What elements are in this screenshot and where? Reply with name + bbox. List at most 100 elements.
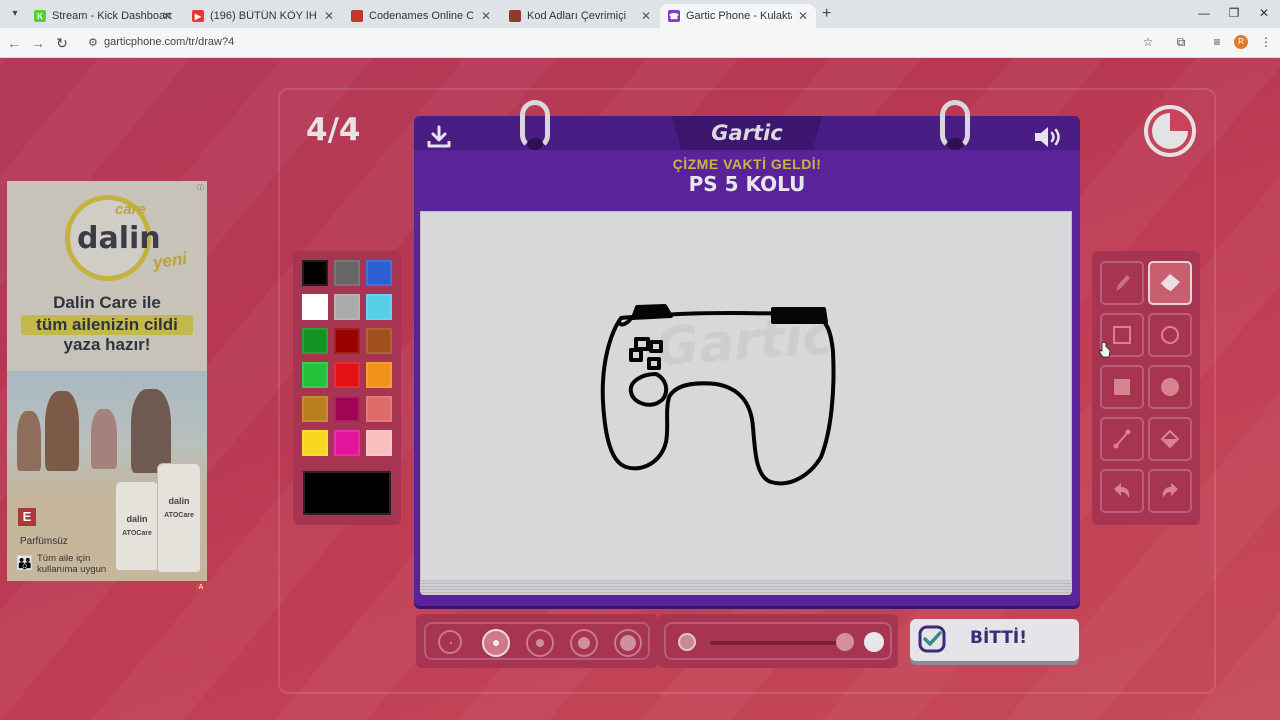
fill-bucket-tool[interactable] xyxy=(1148,417,1192,461)
kick-icon: K xyxy=(34,10,46,22)
circle-fill-tool[interactable] xyxy=(1148,365,1192,409)
redo-button[interactable] xyxy=(1148,469,1192,513)
color-swatch[interactable] xyxy=(366,362,392,388)
color-swatch[interactable] xyxy=(302,260,328,286)
color-swatch[interactable] xyxy=(334,362,360,388)
extensions-icon[interactable]: ⧉ xyxy=(1173,35,1189,50)
new-tab-icon[interactable]: + xyxy=(822,5,831,23)
color-swatch[interactable] xyxy=(366,260,392,286)
ad-person xyxy=(45,391,79,471)
codenames-icon xyxy=(509,10,521,22)
color-swatch[interactable] xyxy=(334,396,360,422)
opacity-track[interactable] xyxy=(710,641,850,645)
opacity-handle[interactable] xyxy=(836,633,854,651)
color-swatch[interactable] xyxy=(302,294,328,320)
tab-codenames[interactable]: Codenames Online Oynayın – C ✕ xyxy=(343,4,499,28)
profile-avatar[interactable]: R xyxy=(1234,35,1248,49)
line-icon xyxy=(1113,429,1131,449)
tab-youtube[interactable]: ▶ (196) BÜTÜN KÖY İHANETE UĞ ✕ xyxy=(184,4,342,28)
back-icon[interactable]: ← xyxy=(6,35,22,51)
url-text[interactable]: garticphone.com/tr/draw?4 xyxy=(104,36,234,48)
rect-fill-icon xyxy=(1114,379,1130,395)
mouse-cursor-icon xyxy=(1099,342,1111,358)
checkmark-icon xyxy=(918,625,946,653)
opacity-max-icon xyxy=(864,632,884,652)
sound-icon[interactable] xyxy=(1032,124,1066,150)
brush-size-option[interactable] xyxy=(482,629,510,657)
menu-icon[interactable]: ⋮ xyxy=(1258,35,1274,49)
color-swatch[interactable] xyxy=(302,328,328,354)
brush-size-option[interactable] xyxy=(526,629,554,657)
drawing-canvas[interactable]: Gartic xyxy=(420,211,1072,581)
ad-person xyxy=(17,411,41,471)
color-swatch[interactable] xyxy=(334,328,360,354)
pencil-tool[interactable] xyxy=(1100,261,1144,305)
timer-progress xyxy=(1152,113,1188,149)
undo-icon xyxy=(1114,483,1130,498)
brush-size-selector xyxy=(424,622,650,660)
tab-search-icon[interactable]: ▾ xyxy=(8,7,22,21)
color-swatch[interactable] xyxy=(302,362,328,388)
eraser-icon xyxy=(1159,274,1180,293)
brush-size-option[interactable] xyxy=(614,629,642,657)
bookmark-star-icon[interactable]: ☆ xyxy=(1140,35,1156,49)
site-info-icon[interactable]: ⚙ xyxy=(88,36,98,49)
forward-icon[interactable]: → xyxy=(30,35,46,51)
download-icon[interactable] xyxy=(426,124,452,150)
close-icon[interactable]: ✕ xyxy=(798,9,808,23)
brush-size-panel xyxy=(416,614,658,668)
done-button-label: BİTTİ! xyxy=(970,628,1027,648)
advertisement[interactable]: care dalin yeni Dalin Care ile tüm ailen… xyxy=(7,181,207,581)
close-icon[interactable]: ✕ xyxy=(162,9,172,23)
ad-note: kullanıma uygun xyxy=(37,564,107,575)
line-tool[interactable] xyxy=(1100,417,1144,461)
window-close-icon[interactable]: ✕ xyxy=(1256,6,1272,20)
round-counter: 4/4 xyxy=(306,112,361,148)
color-swatch[interactable] xyxy=(366,294,392,320)
reload-icon[interactable]: ↻ xyxy=(54,35,70,51)
color-swatch[interactable] xyxy=(334,260,360,286)
binder-ring-hole xyxy=(947,138,963,150)
codenames-icon xyxy=(351,10,363,22)
tab-kod-adlari[interactable]: Kod Adları Çevrimiçi ✕ xyxy=(501,4,659,28)
close-icon[interactable]: ✕ xyxy=(641,9,651,23)
prompt-word: PS 5 KOLU xyxy=(688,172,806,196)
brush-size-option[interactable] xyxy=(438,630,462,654)
tab-gartic-phone[interactable]: ☎ Gartic Phone - Kulaktan Kulağa ✕ xyxy=(660,4,816,28)
minimize-icon[interactable]: — xyxy=(1196,6,1212,20)
color-swatch[interactable] xyxy=(302,396,328,422)
color-swatch[interactable] xyxy=(366,328,392,354)
rectangle-fill-tool[interactable] xyxy=(1100,365,1144,409)
circle-fill-icon xyxy=(1161,378,1179,396)
color-swatch[interactable] xyxy=(302,430,328,456)
circle-outline-icon xyxy=(1161,326,1179,344)
color-palette xyxy=(293,251,401,525)
ad-person xyxy=(131,389,171,473)
ad-info-icon[interactable]: ⓘ xyxy=(197,183,205,192)
brush-size-option[interactable] xyxy=(570,629,598,657)
ad-beach-photo: dalin ATOCare dalin ATOCare xyxy=(7,371,207,581)
done-button[interactable]: BİTTİ! xyxy=(910,619,1079,661)
close-icon[interactable]: ✕ xyxy=(324,9,334,23)
ad-brand: dalin xyxy=(77,221,161,256)
restore-icon[interactable]: ❐ xyxy=(1226,6,1242,20)
color-swatch[interactable] xyxy=(366,430,392,456)
color-swatch[interactable] xyxy=(334,430,360,456)
current-color xyxy=(303,471,391,515)
media-control-icon[interactable]: ≡ xyxy=(1209,35,1225,49)
color-swatch[interactable] xyxy=(334,294,360,320)
circle-outline-tool[interactable] xyxy=(1148,313,1192,357)
ad-bottle-label: dalin xyxy=(126,514,148,524)
tab-kick[interactable]: K Stream - Kick Dashboard ✕ xyxy=(26,4,180,28)
redo-icon xyxy=(1162,483,1178,498)
address-bar[interactable] xyxy=(78,31,1198,55)
family-icon: 👪 xyxy=(16,555,34,571)
opacity-slider[interactable] xyxy=(664,622,892,660)
tab-title: Gartic Phone - Kulaktan Kulağa xyxy=(686,10,792,22)
close-icon[interactable]: ✕ xyxy=(481,9,491,23)
color-swatch[interactable] xyxy=(366,396,392,422)
eraser-tool[interactable] xyxy=(1148,261,1192,305)
ad-choices-badge[interactable]: A xyxy=(196,583,206,593)
undo-button[interactable] xyxy=(1100,469,1144,513)
ad-note: Parfümsüz xyxy=(20,536,68,547)
